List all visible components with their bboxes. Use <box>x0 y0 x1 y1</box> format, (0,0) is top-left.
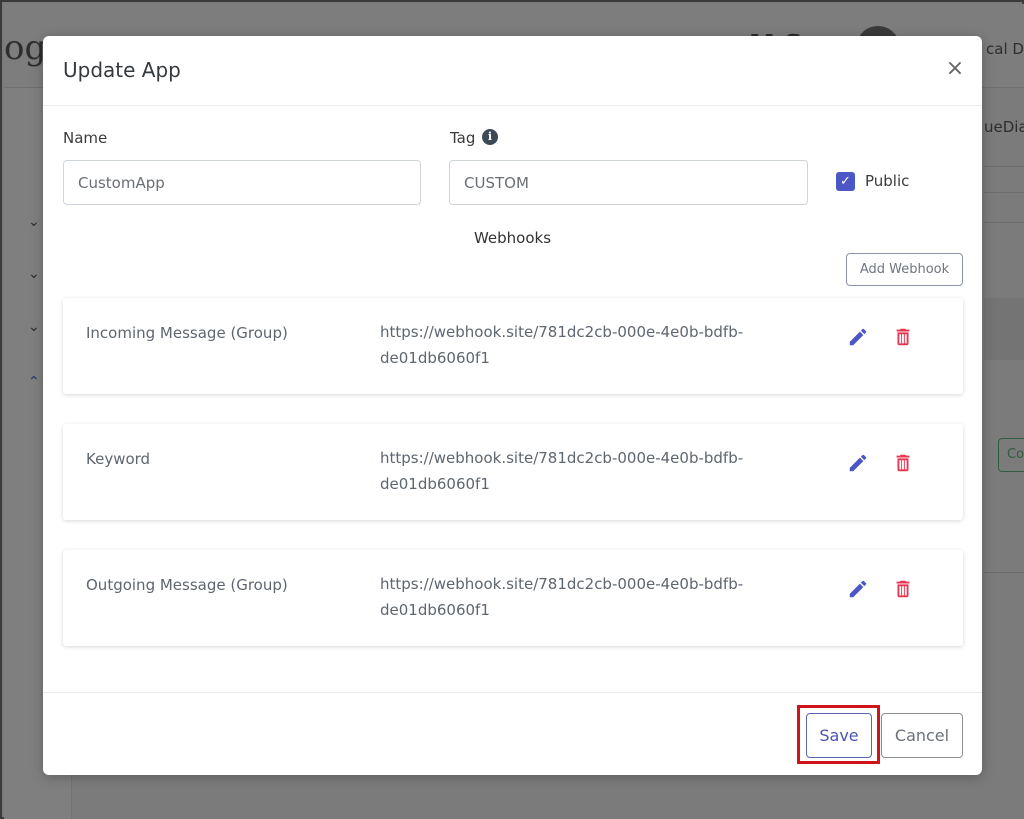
trash-icon[interactable] <box>892 578 914 600</box>
webhook-url: https://webhook.site/781dc2cb-000e-4e0b-… <box>380 323 744 367</box>
background-user-role: cal Do <box>986 40 1024 58</box>
webhook-url: https://webhook.site/781dc2cb-000e-4e0b-… <box>380 449 744 493</box>
pencil-icon[interactable] <box>847 326 869 348</box>
webhook-card: Keyword https://webhook.site/781dc2cb-00… <box>63 424 963 520</box>
webhook-card: Outgoing Message (Group) https://webhook… <box>63 550 963 646</box>
background-divider <box>984 222 1024 223</box>
public-label[interactable]: Public <box>865 172 909 190</box>
public-checkbox[interactable]: ✓ <box>836 172 855 191</box>
webhook-event-name: Outgoing Message (Group) <box>86 576 288 594</box>
checkmark-icon: ✓ <box>840 174 851 189</box>
chevron-down-icon: ⌄ <box>28 319 40 335</box>
webhooks-section-title: Webhooks <box>473 229 552 247</box>
webhook-card: Incoming Message (Group) https://webhook… <box>63 298 963 394</box>
tag-label: Tag <box>450 129 476 147</box>
save-button[interactable]: Save <box>806 713 872 758</box>
update-app-modal: Update App × Name Tag i ✓ Public Webhook… <box>43 36 982 775</box>
trash-icon[interactable] <box>892 326 914 348</box>
pencil-icon[interactable] <box>847 452 869 474</box>
webhook-event-name: Keyword <box>86 450 151 468</box>
modal-title: Update App <box>63 58 181 82</box>
background-logo: og <box>4 28 47 68</box>
modal-header: Update App × <box>43 36 982 106</box>
chevron-up-icon: ⌃ <box>28 374 40 390</box>
background-panel-text: ueDia <box>984 118 1024 136</box>
background-row-band <box>984 298 1024 360</box>
webhook-url: https://webhook.site/781dc2cb-000e-4e0b-… <box>380 575 744 619</box>
info-icon[interactable]: i <box>482 129 498 145</box>
tag-input[interactable] <box>449 160 808 205</box>
name-input[interactable] <box>63 160 421 205</box>
pencil-icon[interactable] <box>847 578 869 600</box>
background-button: Co <box>998 438 1024 472</box>
cancel-button[interactable]: Cancel <box>881 713 963 758</box>
name-label: Name <box>63 129 108 147</box>
chevron-down-icon: ⌄ <box>28 214 40 230</box>
trash-icon[interactable] <box>892 452 914 474</box>
close-icon[interactable]: × <box>943 56 967 82</box>
background-divider <box>984 192 1024 193</box>
webhook-event-name: Incoming Message (Group) <box>86 324 288 342</box>
add-webhook-button[interactable]: Add Webhook <box>846 253 963 286</box>
chevron-down-icon: ⌄ <box>28 266 40 282</box>
background-divider <box>984 166 1024 167</box>
background-divider <box>984 572 1024 573</box>
modal-footer: Save Cancel <box>43 692 982 775</box>
